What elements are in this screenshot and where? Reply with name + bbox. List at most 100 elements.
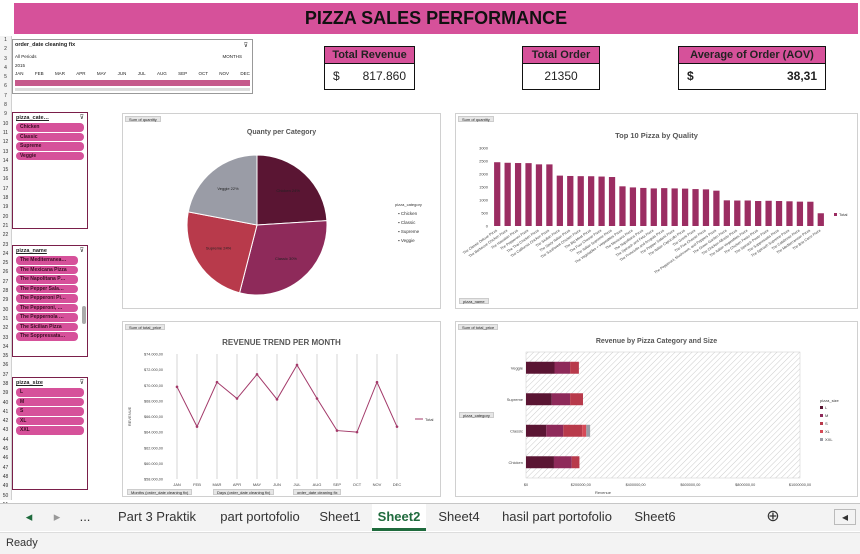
row-number[interactable]: 45	[0, 445, 11, 454]
timeline-scrollbar[interactable]	[15, 88, 250, 91]
row-number[interactable]: 46	[0, 454, 11, 463]
timeline-month[interactable]: OCT	[198, 71, 208, 76]
timeline-bar[interactable]	[15, 80, 250, 86]
row-number[interactable]: 44	[0, 436, 11, 445]
slicer-item[interactable]: Chicken	[16, 123, 84, 132]
row-number[interactable]: 43	[0, 426, 11, 435]
row-number[interactable]: 12	[0, 138, 11, 147]
scroll-left-icon[interactable]: ◂	[834, 509, 856, 525]
slicer-item[interactable]: Supreme	[16, 142, 84, 151]
row-number[interactable]: 25	[0, 259, 11, 268]
slicer-item[interactable]: XL	[16, 416, 84, 425]
slicer-scrollbar[interactable]	[82, 306, 86, 324]
slicer-item[interactable]: The Sicilian Pizza	[16, 322, 78, 331]
row-number[interactable]: 21	[0, 222, 11, 231]
row-number[interactable]: 7	[0, 92, 11, 101]
row-number[interactable]: 17	[0, 185, 11, 194]
timeline-month[interactable]: JAN	[15, 71, 24, 76]
row-number[interactable]: 1	[0, 36, 11, 45]
row-number[interactable]: 6	[0, 82, 11, 91]
row-number[interactable]: 48	[0, 473, 11, 482]
timeline-month[interactable]: APR	[76, 71, 85, 76]
field-button-months[interactable]: Months (order_date cleaning fix)	[127, 489, 193, 495]
timeline-month[interactable]: MAY	[97, 71, 106, 76]
row-number[interactable]: 33	[0, 334, 11, 343]
slicer-item[interactable]: Veggie	[16, 151, 84, 160]
row-number[interactable]: 49	[0, 482, 11, 491]
row-number[interactable]: 28	[0, 287, 11, 296]
slicer-item[interactable]: L	[16, 388, 84, 397]
row-number[interactable]: 30	[0, 306, 11, 315]
filter-clear-icon[interactable]: ⊽	[244, 42, 248, 49]
row-number[interactable]: 13	[0, 148, 11, 157]
timeline-month[interactable]: DEC	[240, 71, 250, 76]
filter-icon[interactable]: ⊽	[80, 247, 84, 254]
row-number[interactable]: 15	[0, 166, 11, 175]
slicer-item[interactable]: The Napolitana P…	[16, 275, 78, 284]
row-number[interactable]: 16	[0, 175, 11, 184]
row-number[interactable]: 3	[0, 55, 11, 64]
add-sheet-icon[interactable]: ⊕	[760, 504, 786, 531]
slicer-item[interactable]: The Peppernola …	[16, 313, 78, 322]
row-number[interactable]: 10	[0, 120, 11, 129]
slicer-item[interactable]: The Pepperoni, …	[16, 303, 78, 312]
slicer-item[interactable]: XXL	[16, 426, 84, 435]
slicer-item[interactable]: Classic	[16, 132, 84, 141]
tab-scroll-left-icon[interactable]: ◂	[20, 504, 38, 531]
sheet-tab[interactable]: part portofolio	[212, 504, 308, 531]
slicer-pizza-size[interactable]: pizza_size ⊽ L M S XL XXL	[12, 377, 88, 490]
row-number[interactable]: 24	[0, 250, 11, 259]
row-number[interactable]: 37	[0, 371, 11, 380]
row-number[interactable]: 29	[0, 296, 11, 305]
row-number[interactable]: 8	[0, 101, 11, 110]
row-headers[interactable]: 1 2 3 4 5 6 7 8 9 10 11 12 13 14 15 16 17 18 19 20 21 22 23 24 2…	[0, 36, 12, 508]
bar-chart-panel[interactable]: Sum of quantity Top 10 Pizza by Quality …	[455, 113, 858, 309]
timeline-slicer[interactable]: order_date cleaning fix ⊽ All Periods MO…	[12, 39, 253, 94]
tab-ellipsis[interactable]: ...	[72, 504, 98, 531]
row-number[interactable]: 2	[0, 45, 11, 54]
row-number[interactable]: 5	[0, 73, 11, 82]
sheet-tab[interactable]: hasil part portofolio	[492, 504, 622, 531]
sheet-tab[interactable]: Sheet6	[624, 504, 686, 531]
row-number[interactable]: 47	[0, 464, 11, 473]
timeline-month[interactable]: SEP	[178, 71, 187, 76]
row-number[interactable]: 34	[0, 343, 11, 352]
row-number[interactable]: 36	[0, 361, 11, 370]
slicer-item[interactable]: M	[16, 397, 84, 406]
row-number[interactable]: 22	[0, 231, 11, 240]
sheet-tab[interactable]: Sheet4	[428, 504, 490, 531]
row-number[interactable]: 9	[0, 110, 11, 119]
filter-icon[interactable]: ⊽	[80, 114, 84, 121]
slicer-item[interactable]: S	[16, 407, 84, 416]
row-number[interactable]: 42	[0, 417, 11, 426]
pie-chart-panel[interactable]: Sum of quantity Quanty per Category Chic…	[122, 113, 441, 309]
row-number[interactable]: 32	[0, 324, 11, 333]
slicer-item[interactable]: The Pepperoni Pi…	[16, 294, 78, 303]
field-button[interactable]: pizza_category	[459, 412, 494, 418]
slicer-item[interactable]: The Mediterranea…	[16, 256, 78, 265]
timeline-unit-dropdown[interactable]: MONTHS	[223, 54, 243, 59]
row-number[interactable]: 38	[0, 380, 11, 389]
row-number[interactable]: 11	[0, 129, 11, 138]
field-button-date[interactable]: order_date cleaning fix	[293, 489, 342, 495]
sheet-tab[interactable]: Sheet1	[310, 504, 370, 531]
row-number[interactable]: 41	[0, 408, 11, 417]
sheet-tab[interactable]: Part 3 Praktik	[104, 504, 210, 531]
timeline-month[interactable]: AUG	[157, 71, 167, 76]
row-number[interactable]: 26	[0, 268, 11, 277]
timeline-month[interactable]: JUL	[138, 71, 146, 76]
row-number[interactable]: 39	[0, 389, 11, 398]
timeline-month[interactable]: FEB	[35, 71, 44, 76]
row-number[interactable]: 31	[0, 315, 11, 324]
slicer-item[interactable]: The Mexicana Pizza	[16, 265, 78, 274]
row-number[interactable]: 18	[0, 194, 11, 203]
row-number[interactable]: 4	[0, 64, 11, 73]
sheet-tab[interactable]: Sheet2	[372, 504, 426, 531]
timeline-month[interactable]: MAR	[55, 71, 65, 76]
timeline-month[interactable]: JUN	[118, 71, 127, 76]
row-number[interactable]: 14	[0, 157, 11, 166]
tab-scroll-right-icon[interactable]: ▸	[48, 504, 66, 531]
row-number[interactable]: 20	[0, 213, 11, 222]
field-button-days[interactable]: Days (order_date cleaning fix)	[213, 489, 275, 495]
field-button[interactable]: pizza_name	[459, 298, 489, 304]
